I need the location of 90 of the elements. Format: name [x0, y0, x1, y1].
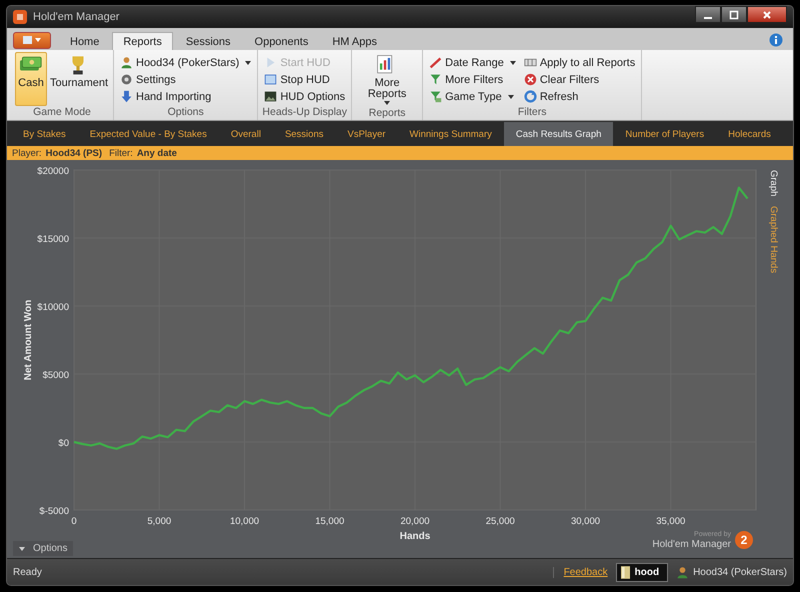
- product-name: Hold'em Manager: [652, 540, 731, 550]
- x-tick-label: 30,000: [570, 516, 600, 527]
- download-icon: [120, 90, 133, 103]
- image-icon: [264, 90, 278, 103]
- x-tick-label: 0: [71, 516, 77, 527]
- ribbon-button[interactable]: Stop HUD: [262, 71, 348, 88]
- filter-value: Hood34 (PS): [46, 148, 102, 158]
- y-tick-label: $20000: [37, 166, 69, 177]
- group-label: Heads-Up Display: [262, 106, 348, 120]
- report-tab[interactable]: VsPlayer: [336, 122, 398, 146]
- group-label: Filters: [516, 106, 548, 120]
- y-tick-label: $5000: [42, 370, 69, 381]
- group-label: Options: [166, 106, 205, 120]
- caret-icon: [510, 60, 516, 64]
- refresh-icon: [524, 90, 537, 103]
- filter-label: Player:: [12, 148, 42, 158]
- group-label: Reports: [368, 107, 406, 121]
- options-button[interactable]: Options: [13, 541, 74, 556]
- status-text: Ready: [13, 566, 42, 578]
- ribbon-button[interactable]: Game Type: [427, 88, 518, 105]
- ribbon-button[interactable]: Date Range: [427, 54, 518, 71]
- ribbon-tab[interactable]: HM Apps: [321, 32, 388, 50]
- ribbon-tab[interactable]: Sessions: [174, 32, 242, 50]
- app-logo-icon: [13, 10, 27, 24]
- ribbon-button[interactable]: Clear Filters: [522, 71, 638, 88]
- maximize-icon: [729, 10, 739, 20]
- window-icon: [22, 35, 42, 45]
- caret-icon: [508, 94, 514, 98]
- x-tick-label: 10,000: [230, 516, 260, 527]
- player-icon: [676, 566, 690, 578]
- report-tab[interactable]: Expected Value - By Stakes: [78, 122, 219, 146]
- product-logo: 2: [735, 531, 753, 549]
- ribbon-button[interactable]: Cash: [15, 52, 47, 106]
- ribbon-tab[interactable]: Reports: [112, 32, 173, 50]
- player-icon: [120, 56, 133, 69]
- ribbon-button[interactable]: Hand Importing: [118, 88, 254, 105]
- ribbon-tab[interactable]: Home: [59, 32, 110, 50]
- caret-icon: [19, 546, 25, 550]
- y-tick-label: $0: [58, 438, 69, 449]
- user-badge[interactable]: hood: [616, 562, 668, 582]
- ribbon-button[interactable]: Apply to all Reports: [522, 54, 638, 71]
- help-icon[interactable]: [769, 33, 783, 47]
- x-tick-label: 15,000: [315, 516, 344, 527]
- ribbon-button[interactable]: More Filters: [427, 71, 518, 88]
- close-button[interactable]: [747, 6, 787, 23]
- x-tick-label: 35,000: [656, 516, 686, 527]
- grid-icon: [524, 56, 537, 69]
- database-icon: [620, 566, 630, 578]
- ribbon-button[interactable]: Tournament: [47, 52, 109, 106]
- filter-label: Filter:: [109, 148, 133, 158]
- window-title: Hold'em Manager: [33, 11, 120, 23]
- x-tick-label: 20,000: [400, 516, 430, 527]
- report-tab[interactable]: Sessions: [272, 122, 336, 146]
- player-name: Hood34 (PokerStars): [693, 566, 787, 578]
- report-tab[interactable]: By Stakes: [11, 122, 78, 146]
- report-tab[interactable]: Holecards: [716, 122, 783, 146]
- caret-icon: [384, 101, 390, 105]
- y-axis-title: Net Amount Won: [23, 300, 34, 380]
- report-tab[interactable]: Winnings Summary: [398, 122, 504, 146]
- side-tab[interactable]: Graph: [768, 168, 779, 198]
- x-tick-label: 5,000: [147, 516, 172, 527]
- x-axis-title: Hands: [400, 531, 430, 542]
- ribbon-button[interactable]: Settings: [118, 71, 254, 88]
- y-tick-label: $-5000: [39, 506, 69, 517]
- maximize-button[interactable]: [721, 6, 747, 23]
- window-icon: [264, 73, 278, 86]
- funnel-icon: [429, 90, 442, 103]
- x-tick-label: 25,000: [486, 516, 515, 527]
- ribbon-button[interactable]: Refresh: [522, 88, 638, 105]
- clear-icon: [524, 73, 537, 86]
- y-tick-label: $10000: [37, 302, 69, 313]
- ribbon-button[interactable]: Hood34 (PokerStars): [118, 54, 254, 71]
- minimize-icon: [704, 16, 712, 18]
- ribbon-tab[interactable]: Opponents: [244, 32, 320, 50]
- ribbon-button[interactable]: More Reports: [356, 52, 418, 107]
- app-menu-button[interactable]: [13, 32, 51, 48]
- close-icon: [762, 10, 772, 20]
- filter-value: Any date: [136, 148, 177, 158]
- gear-icon: [120, 73, 133, 86]
- caret-icon: [245, 60, 252, 64]
- funnel-icon: [429, 73, 442, 86]
- report-tab[interactable]: Overall: [218, 122, 273, 146]
- report-tab[interactable]: Number of Players: [613, 122, 716, 146]
- feedback-link[interactable]: Feedback: [552, 566, 608, 578]
- y-tick-label: $15000: [37, 234, 69, 245]
- minimize-button[interactable]: [695, 6, 721, 23]
- report-tab[interactable]: Cash Results Graph: [504, 122, 614, 146]
- group-label: Game Mode: [32, 106, 92, 120]
- ribbon-button[interactable]: HUD Options: [262, 88, 348, 105]
- user-name: hood: [634, 566, 660, 578]
